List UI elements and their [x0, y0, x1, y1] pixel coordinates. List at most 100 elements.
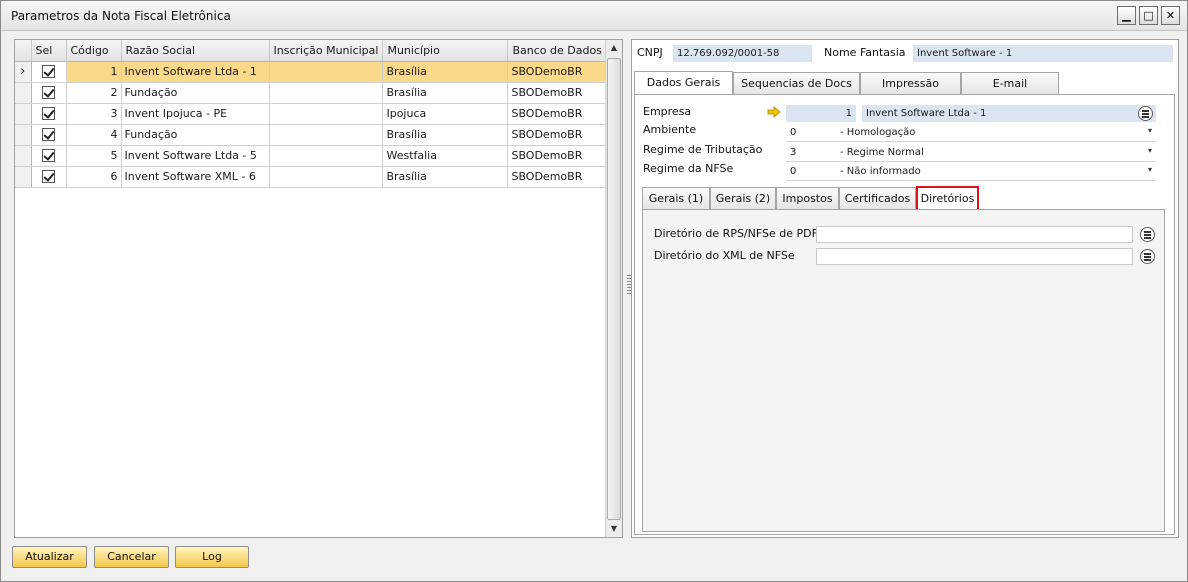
- browse-rps-pdf-icon[interactable]: [1140, 227, 1155, 242]
- cell-codigo[interactable]: 1: [66, 61, 122, 83]
- tab-sequencias-de-docs[interactable]: Sequencias de Docs: [733, 72, 860, 95]
- cell-razao-social[interactable]: Fundação: [121, 124, 270, 146]
- window-title: Parametros da Nota Fiscal Eletrônica: [11, 9, 231, 23]
- log-button[interactable]: Log: [175, 546, 249, 568]
- row-select-checkbox[interactable]: [31, 124, 67, 146]
- cell-codigo[interactable]: 3: [66, 103, 122, 125]
- row-header[interactable]: [15, 103, 32, 125]
- table-row[interactable]: 2 Fundação Brasília SBODemoBR: [15, 82, 609, 104]
- ambiente-desc: - Homologação: [840, 127, 916, 138]
- row-header[interactable]: [15, 82, 32, 104]
- cell-razao-social[interactable]: Invent Software Ltda - 5: [121, 145, 270, 167]
- link-arrow-icon[interactable]: [767, 106, 781, 118]
- cell-codigo[interactable]: 6: [66, 166, 122, 188]
- subtab-gerais-2[interactable]: Gerais (2): [710, 187, 776, 210]
- maximize-button[interactable]: □: [1139, 6, 1158, 25]
- cnpj-field[interactable]: 12.769.092/0001-58: [673, 45, 812, 62]
- cell-inscricao-municipal[interactable]: [269, 145, 384, 167]
- cell-municipio[interactable]: Brasília: [382, 166, 509, 188]
- details-panel: CNPJ 12.769.092/0001-58 Nome Fantasia In…: [631, 39, 1179, 538]
- tab-email[interactable]: E-mail: [961, 72, 1059, 95]
- row-header-corner: [15, 40, 32, 62]
- cell-banco-de-dados[interactable]: SBODemoBR: [507, 124, 609, 146]
- chevron-down-icon[interactable]: ▾: [1148, 146, 1152, 155]
- minimize-button[interactable]: ▁: [1117, 6, 1136, 25]
- cell-banco-de-dados[interactable]: SBODemoBR: [507, 61, 609, 83]
- cell-razao-social[interactable]: Invent Software XML - 6: [121, 166, 270, 188]
- empresa-label: Empresa: [643, 105, 692, 118]
- subtab-impostos[interactable]: Impostos: [776, 187, 839, 210]
- checkbox-checked-icon: [42, 128, 55, 142]
- column-header-municipio[interactable]: Município: [382, 40, 509, 62]
- cell-municipio[interactable]: Brasília: [382, 124, 509, 146]
- close-button[interactable]: ✕: [1161, 6, 1180, 25]
- column-header-codigo[interactable]: Código: [66, 40, 122, 62]
- chevron-down-icon[interactable]: ▾: [1148, 165, 1152, 174]
- cell-inscricao-municipal[interactable]: [269, 103, 384, 125]
- rps-pdf-directory-input[interactable]: [816, 226, 1133, 243]
- cell-razao-social[interactable]: Invent Software Ltda - 1: [121, 61, 270, 83]
- empresa-code-field[interactable]: 1: [786, 105, 856, 122]
- scrollbar-thumb[interactable]: [607, 58, 621, 520]
- main-window: Parametros da Nota Fiscal Eletrônica ▁ □…: [0, 0, 1188, 582]
- cell-banco-de-dados[interactable]: SBODemoBR: [507, 145, 609, 167]
- empresa-name-field[interactable]: Invent Software Ltda - 1: [862, 105, 1156, 122]
- empresa-choose-icon[interactable]: [1138, 106, 1153, 121]
- column-header-sel[interactable]: Sel: [31, 40, 67, 62]
- dados-gerais-panel: Empresa 1 Invent Software Ltda - 1 Ambie…: [634, 94, 1175, 535]
- regime-nfse-select[interactable]: 0 - Não informado ▾: [786, 162, 1156, 181]
- chevron-down-icon[interactable]: ▾: [1148, 126, 1152, 135]
- table-row[interactable]: 4 Fundação Brasília SBODemoBR: [15, 124, 609, 146]
- row-header[interactable]: [15, 124, 32, 146]
- cell-inscricao-municipal[interactable]: [269, 124, 384, 146]
- cell-inscricao-municipal[interactable]: [269, 61, 384, 83]
- row-select-checkbox[interactable]: [31, 145, 67, 167]
- atualizar-button[interactable]: Atualizar: [12, 546, 87, 568]
- checkbox-checked-icon: [42, 107, 55, 121]
- cell-inscricao-municipal[interactable]: [269, 166, 384, 188]
- nome-fantasia-field[interactable]: Invent Software - 1: [913, 45, 1173, 62]
- table-row[interactable]: 6 Invent Software XML - 6 Brasília SBODe…: [15, 166, 609, 188]
- row-select-checkbox[interactable]: [31, 61, 67, 83]
- cell-municipio[interactable]: Westfalia: [382, 145, 509, 167]
- cell-municipio[interactable]: Brasília: [382, 82, 509, 104]
- regime-tributacao-select[interactable]: 3 - Regime Normal ▾: [786, 143, 1156, 162]
- grid-vertical-scrollbar[interactable]: ▲ ▼: [605, 40, 622, 537]
- tab-impressao[interactable]: Impressão: [860, 72, 961, 95]
- cell-codigo[interactable]: 5: [66, 145, 122, 167]
- row-select-checkbox[interactable]: [31, 166, 67, 188]
- subtab-diretorios[interactable]: Diretórios: [916, 186, 979, 210]
- cell-razao-social[interactable]: Fundação: [121, 82, 270, 104]
- cancelar-button[interactable]: Cancelar: [94, 546, 169, 568]
- cell-inscricao-municipal[interactable]: [269, 82, 384, 104]
- regime-tributacao-label: Regime de Tributação: [643, 143, 763, 156]
- cell-banco-de-dados[interactable]: SBODemoBR: [507, 166, 609, 188]
- cell-banco-de-dados[interactable]: SBODemoBR: [507, 82, 609, 104]
- column-header-banco-de-dados[interactable]: Banco de Dados: [507, 40, 609, 62]
- browse-xml-icon[interactable]: [1140, 249, 1155, 264]
- subtab-gerais-1[interactable]: Gerais (1): [642, 187, 710, 210]
- cell-razao-social[interactable]: Invent Ipojuca - PE: [121, 103, 270, 125]
- row-select-checkbox[interactable]: [31, 82, 67, 104]
- column-header-inscricao-municipal[interactable]: Inscrição Municipal: [269, 40, 384, 62]
- xml-directory-input[interactable]: [816, 248, 1133, 265]
- scroll-down-icon[interactable]: ▼: [606, 521, 622, 537]
- table-row[interactable]: › 1 Invent Software Ltda - 1 Brasília SB…: [15, 61, 609, 83]
- subtab-certificados[interactable]: Certificados: [839, 187, 916, 210]
- ambiente-select[interactable]: 0 - Homologação ▾: [786, 123, 1156, 142]
- row-header[interactable]: [15, 145, 32, 167]
- tab-dados-gerais[interactable]: Dados Gerais: [634, 71, 733, 95]
- row-select-checkbox[interactable]: [31, 103, 67, 125]
- selected-row-arrow-icon: ›: [15, 61, 32, 83]
- cell-banco-de-dados[interactable]: SBODemoBR: [507, 103, 609, 125]
- cell-codigo[interactable]: 2: [66, 82, 122, 104]
- title-bar: Parametros da Nota Fiscal Eletrônica ▁ □…: [1, 1, 1187, 31]
- table-row[interactable]: 3 Invent Ipojuca - PE Ipojuca SBODemoBR: [15, 103, 609, 125]
- row-header[interactable]: [15, 166, 32, 188]
- cell-municipio[interactable]: Brasília: [382, 61, 509, 83]
- scroll-up-icon[interactable]: ▲: [606, 40, 622, 56]
- cell-codigo[interactable]: 4: [66, 124, 122, 146]
- column-header-razao-social[interactable]: Razão Social: [121, 40, 270, 62]
- table-row[interactable]: 5 Invent Software Ltda - 5 Westfalia SBO…: [15, 145, 609, 167]
- cell-municipio[interactable]: Ipojuca: [382, 103, 509, 125]
